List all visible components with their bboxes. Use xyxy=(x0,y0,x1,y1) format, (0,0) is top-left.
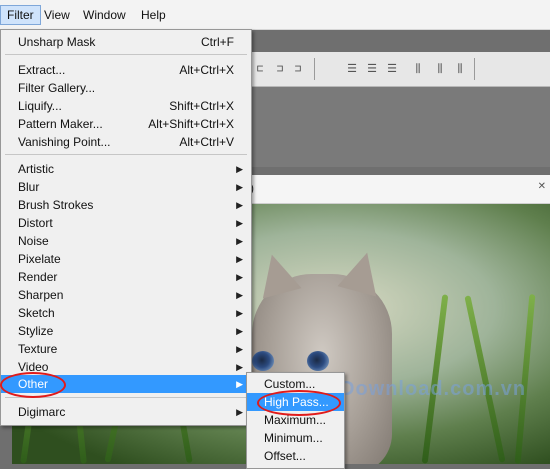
submenu-arrow-icon: ▶ xyxy=(236,254,243,264)
submenu-arrow-icon: ▶ xyxy=(236,200,243,210)
submenu-arrow-icon: ▶ xyxy=(236,362,243,372)
menu-item-render[interactable]: Render ▶ xyxy=(1,268,251,286)
submenu-arrow-icon: ▶ xyxy=(236,407,243,417)
menu-item-label: Stylize xyxy=(18,324,54,338)
menu-help[interactable]: Help xyxy=(135,6,172,24)
submenu-arrow-icon: ▶ xyxy=(236,290,243,300)
menu-item-label: Sketch xyxy=(18,306,55,320)
menu-item-label: Brush Strokes xyxy=(18,198,94,212)
menu-item-texture[interactable]: Texture ▶ xyxy=(1,340,251,358)
submenu-arrow-icon: ▶ xyxy=(236,164,243,174)
menu-item-filter-gallery[interactable]: Filter Gallery... xyxy=(1,79,251,97)
submenu-arrow-icon: ▶ xyxy=(236,236,243,246)
menu-item-label: Minimum... xyxy=(264,431,323,445)
menu-item-label: Liquify... xyxy=(18,99,62,113)
submenu-item-minimum[interactable]: Minimum... xyxy=(247,429,344,447)
shortcut-label: Alt+Ctrl+V xyxy=(179,135,234,149)
menu-item-noise[interactable]: Noise ▶ xyxy=(1,232,251,250)
menu-item-label: Digimarc xyxy=(18,405,66,419)
menu-item-sharpen[interactable]: Sharpen ▶ xyxy=(1,286,251,304)
menu-separator xyxy=(5,154,247,155)
menu-item-unsharp-mask[interactable]: Unsharp Mask Ctrl+F xyxy=(1,33,251,51)
shortcut-label: Ctrl+F xyxy=(201,35,234,49)
options-toolbar: ⊏ ⊐ ⊐ ☰ ☰ ☰ ⫼ ⫼ ⫼ xyxy=(250,52,550,87)
kitten-eye xyxy=(307,351,329,371)
annotation-ring-other xyxy=(0,372,66,398)
submenu-item-offset[interactable]: Offset... xyxy=(247,447,344,465)
align-hcenter-icon[interactable]: ⊐ xyxy=(272,62,288,76)
menu-item-label: Artistic xyxy=(18,162,54,176)
menu-item-distort[interactable]: Distort ▶ xyxy=(1,214,251,232)
menu-item-label: Filter Gallery... xyxy=(18,81,96,95)
submenu-arrow-icon: ▶ xyxy=(236,326,243,336)
watermark: Download.com.vn xyxy=(340,378,527,400)
menu-separator xyxy=(5,54,247,55)
filter-menu: Unsharp Mask Ctrl+F Extract... Alt+Ctrl+… xyxy=(0,29,252,426)
toolbar-divider xyxy=(474,58,475,80)
menu-item-pattern-maker[interactable]: Pattern Maker... Alt+Shift+Ctrl+X xyxy=(1,115,251,133)
submenu-arrow-icon: ▶ xyxy=(236,308,243,318)
menu-window[interactable]: Window xyxy=(77,6,132,24)
menu-item-liquify[interactable]: Liquify... Shift+Ctrl+X xyxy=(1,97,251,115)
menu-item-blur[interactable]: Blur ▶ xyxy=(1,178,251,196)
menu-item-label: Extract... xyxy=(18,63,66,77)
menu-item-label: Texture xyxy=(18,342,58,356)
menu-item-label: Pixelate xyxy=(18,252,61,266)
menu-item-label: Sharpen xyxy=(18,288,64,302)
distribute-hcenter-icon[interactable]: ⫼ xyxy=(432,62,448,76)
menu-item-label: Offset... xyxy=(264,449,306,463)
annotation-ring-high-pass xyxy=(257,390,341,416)
menu-item-artistic[interactable]: Artistic ▶ xyxy=(1,160,251,178)
menu-item-label: Distort xyxy=(18,216,53,230)
submenu-arrow-icon: ▶ xyxy=(236,272,243,282)
align-left-icon[interactable]: ⊏ xyxy=(252,62,268,76)
distribute-right-icon[interactable]: ⫼ xyxy=(452,62,468,76)
menu-item-label: Render xyxy=(18,270,58,284)
other-submenu: Custom... High Pass... Maximum... Minimu… xyxy=(246,372,345,469)
shortcut-label: Alt+Ctrl+X xyxy=(179,63,234,77)
menu-item-label: Noise xyxy=(18,234,49,248)
workspace-background xyxy=(250,87,550,167)
menu-bar: Filter View Window Help xyxy=(0,0,550,30)
menu-filter[interactable]: Filter xyxy=(0,5,41,25)
submenu-arrow-icon: ▶ xyxy=(236,379,243,389)
menu-item-label: Unsharp Mask xyxy=(18,35,96,49)
menu-view[interactable]: View xyxy=(38,6,76,24)
toolbar-divider xyxy=(314,58,315,80)
menu-item-label: Blur xyxy=(18,180,40,194)
menu-item-stylize[interactable]: Stylize ▶ xyxy=(1,322,251,340)
menu-item-pixelate[interactable]: Pixelate ▶ xyxy=(1,250,251,268)
submenu-arrow-icon: ▶ xyxy=(236,218,243,228)
menu-item-label: Vanishing Point... xyxy=(18,135,111,149)
menu-item-vanishing-point[interactable]: Vanishing Point... Alt+Ctrl+V xyxy=(1,133,251,151)
distribute-bottom-icon[interactable]: ☰ xyxy=(384,62,400,76)
distribute-vcenter-icon[interactable]: ☰ xyxy=(364,62,380,76)
shortcut-label: Alt+Shift+Ctrl+X xyxy=(148,117,234,131)
menu-item-digimarc[interactable]: Digimarc ▶ xyxy=(1,403,251,421)
menu-item-extract[interactable]: Extract... Alt+Ctrl+X xyxy=(1,61,251,79)
menu-item-sketch[interactable]: Sketch ▶ xyxy=(1,304,251,322)
shortcut-label: Shift+Ctrl+X xyxy=(169,99,234,113)
close-icon[interactable]: ✕ xyxy=(538,181,546,192)
kitten-eye xyxy=(252,351,274,371)
distribute-top-icon[interactable]: ☰ xyxy=(344,62,360,76)
submenu-arrow-icon: ▶ xyxy=(236,344,243,354)
align-right-icon[interactable]: ⊐ xyxy=(290,62,306,76)
distribute-left-icon[interactable]: ⫼ xyxy=(410,62,426,76)
menu-item-brush-strokes[interactable]: Brush Strokes ▶ xyxy=(1,196,251,214)
menu-item-label: Pattern Maker... xyxy=(18,117,103,131)
submenu-arrow-icon: ▶ xyxy=(236,182,243,192)
document-tab[interactable]: ) ✕ xyxy=(250,175,550,204)
